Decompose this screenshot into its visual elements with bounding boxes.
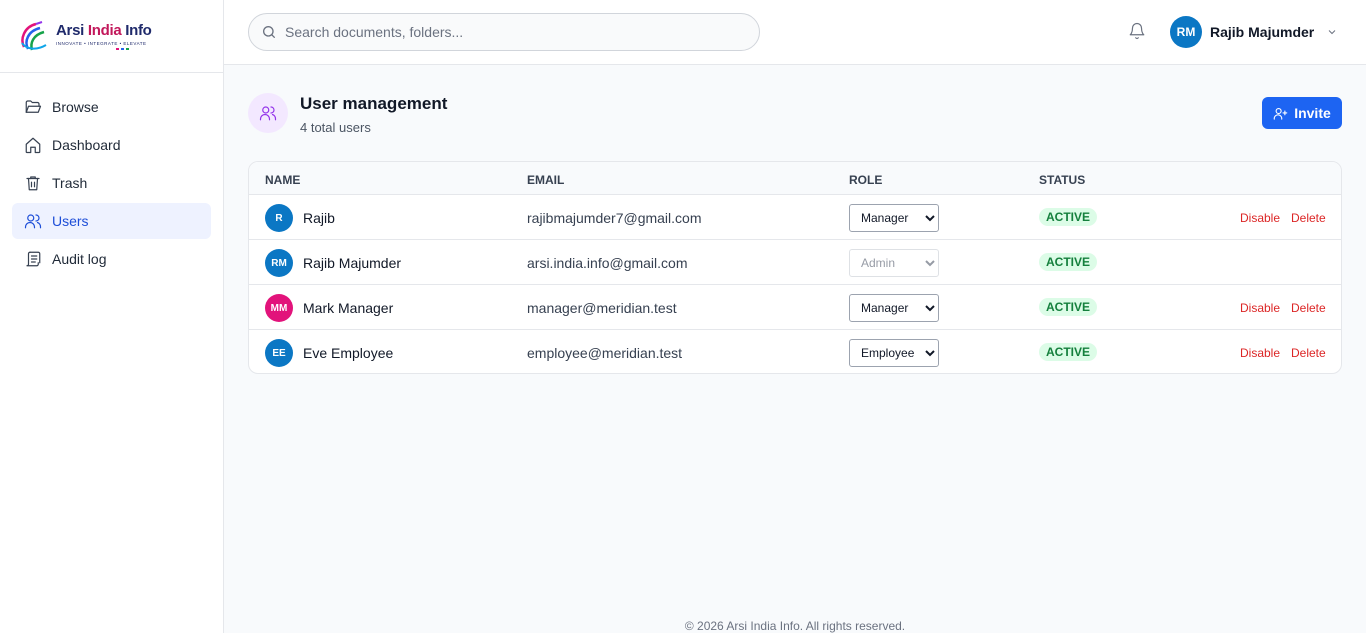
home-icon [25, 137, 41, 154]
role-select[interactable]: Manager [849, 294, 939, 322]
table-row: R Rajib rajibmajumder7@gmail.com Manager… [249, 194, 1341, 239]
avatar: RM [1170, 16, 1202, 48]
users-icon [24, 214, 42, 229]
status-badge: ACTIVE [1039, 208, 1098, 226]
user-plus-icon [1273, 107, 1288, 120]
delete-user-button[interactable]: Delete [1291, 346, 1326, 360]
sidebar-item-users[interactable]: Users [12, 203, 211, 239]
notifications-button[interactable] [1128, 22, 1148, 42]
sidebar-nav: Browse Dashboard Trash Users Audit log [0, 73, 223, 295]
scroll-icon [26, 251, 41, 267]
table-row: RM Rajib Majumder arsi.india.info@gmail.… [249, 239, 1341, 284]
role-select: Admin [849, 249, 939, 277]
page-footer: © 2026 Arsi India Info. All rights reser… [684, 619, 906, 633]
column-header-name: NAME [265, 173, 301, 187]
role-select[interactable]: Manager [849, 204, 939, 232]
brand-logo[interactable]: Arsi India Info INNOVATE • INTEGRATE • E… [0, 0, 223, 73]
disable-user-button[interactable]: Disable [1240, 346, 1280, 360]
sidebar-item-label: Dashboard [52, 137, 121, 153]
table-header: NAME EMAIL ROLE STATUS [249, 162, 1341, 194]
user-count: 4 total users [300, 120, 371, 135]
main-content: User management 4 total users Invite NAM… [248, 65, 1342, 374]
sidebar-item-dashboard[interactable]: Dashboard [12, 127, 211, 163]
page-header: User management 4 total users Invite [248, 65, 1342, 161]
status-badge: ACTIVE [1039, 253, 1098, 271]
sidebar-item-audit-log[interactable]: Audit log [12, 241, 211, 277]
search-icon [263, 26, 275, 38]
table-row: MM Mark Manager manager@meridian.test Ma… [249, 284, 1341, 329]
user-name-cell: Eve Employee [303, 345, 394, 361]
sidebar: Arsi India Info INNOVATE • INTEGRATE • E… [0, 0, 224, 633]
user-email-cell: rajibmajumder7@gmail.com [527, 210, 702, 226]
sidebar-item-label: Audit log [52, 251, 107, 267]
user-email-cell: arsi.india.info@gmail.com [527, 255, 688, 271]
sidebar-item-label: Trash [52, 175, 88, 191]
status-badge: ACTIVE [1039, 343, 1098, 361]
brand-title-part: India [87, 21, 122, 39]
column-header-status: STATUS [1039, 173, 1086, 187]
invite-button[interactable]: Invite [1262, 97, 1342, 129]
avatar: RM [265, 249, 293, 277]
invite-label: Invite [1294, 105, 1331, 121]
users-table: NAME EMAIL ROLE STATUS R Rajib rajibmaju… [248, 161, 1342, 374]
column-header-email: EMAIL [527, 173, 565, 187]
trash-icon [26, 176, 40, 191]
bell-icon [1129, 22, 1145, 40]
user-name: Rajib Majumder [1210, 24, 1315, 40]
user-email-cell: manager@meridian.test [527, 300, 677, 316]
column-header-role: ROLE [849, 173, 883, 187]
user-menu[interactable]: RM Rajib Majumder [1170, 16, 1338, 48]
brand-tagline: INNOVATE • INTEGRATE • ELEVATE [56, 40, 147, 46]
logo-swirl-icon [18, 19, 52, 53]
user-name-cell: Rajib [303, 210, 335, 226]
avatar: MM [265, 294, 293, 322]
top-bar: RM Rajib Majumder [224, 0, 1366, 65]
user-name-cell: Rajib Majumder [303, 255, 402, 271]
search-input[interactable] [285, 24, 725, 40]
avatar: R [265, 204, 293, 232]
avatar: EE [265, 339, 293, 367]
folder-open-icon [25, 100, 42, 113]
delete-user-button[interactable]: Delete [1291, 211, 1326, 225]
search-box[interactable] [248, 13, 760, 51]
brand-title-part: Info [121, 21, 152, 39]
brand-dots [56, 47, 152, 50]
chevron-down-icon [1328, 30, 1336, 35]
disable-user-button[interactable]: Disable [1240, 301, 1280, 315]
sidebar-item-label: Browse [52, 99, 99, 115]
table-row: EE Eve Employee employee@meridian.test E… [249, 329, 1341, 373]
delete-user-button[interactable]: Delete [1291, 301, 1326, 315]
status-badge: ACTIVE [1039, 298, 1098, 316]
page-title: User management [300, 94, 448, 113]
role-select[interactable]: Employee [849, 339, 939, 367]
user-name-cell: Mark Manager [303, 300, 394, 316]
sidebar-item-label: Users [52, 213, 89, 229]
brand-title-part: Arsi [56, 21, 88, 39]
sidebar-item-browse[interactable]: Browse [12, 89, 211, 125]
users-icon [248, 93, 288, 133]
disable-user-button[interactable]: Disable [1240, 211, 1280, 225]
sidebar-item-trash[interactable]: Trash [12, 165, 211, 201]
user-email-cell: employee@meridian.test [527, 345, 683, 361]
